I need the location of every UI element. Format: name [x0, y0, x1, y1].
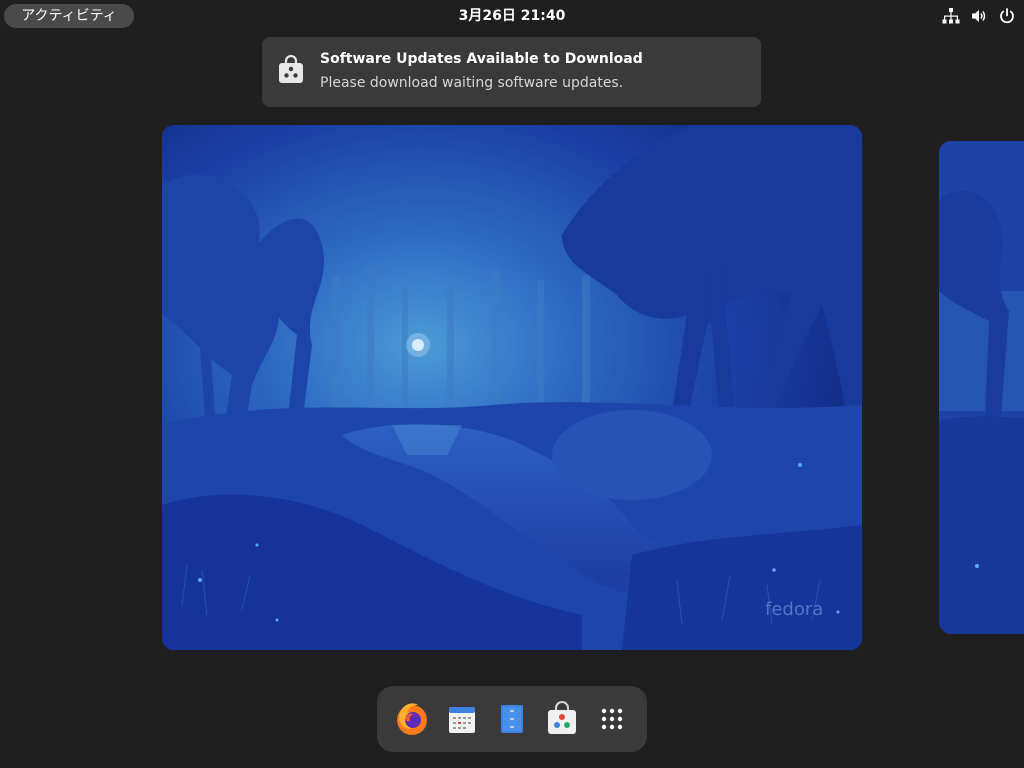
clock-button[interactable]: 3月26日 21:40 [459, 8, 566, 24]
dash-item-firefox[interactable] [392, 699, 432, 739]
dash-item-text-editor[interactable] [492, 699, 532, 739]
clock-container: 3月26日 21:40 [0, 0, 1024, 32]
notification-banner[interactable]: Software Updates Available to Download P… [262, 37, 761, 107]
dash-item-show-apps[interactable] [592, 699, 632, 739]
dash-item-software[interactable] [542, 699, 582, 739]
notification-body: Please download waiting software updates… [320, 75, 624, 91]
dash [377, 686, 647, 752]
wallpaper-image: fedora [162, 125, 862, 650]
wallpaper-image-next [939, 141, 1024, 634]
workspace-thumbnail-current[interactable]: fedora [162, 125, 862, 650]
notification-title: Software Updates Available to Download [320, 51, 643, 67]
activities-button[interactable]: アクティビティ [4, 4, 134, 28]
top-bar: アクティビティ 3月26日 21:40 [0, 0, 1024, 32]
app-grid-icon [601, 708, 623, 730]
wallpaper-brand-text: fedora [765, 599, 823, 620]
calendar-icon [449, 707, 475, 733]
volume-icon[interactable] [970, 7, 988, 25]
workspace-thumbnail-next[interactable] [939, 141, 1024, 634]
dash-item-calendar[interactable] [442, 699, 482, 739]
network-icon[interactable] [942, 7, 960, 25]
software-icon [548, 701, 576, 734]
text-editor-icon [501, 705, 523, 733]
firefox-icon [397, 703, 427, 735]
power-icon[interactable] [998, 7, 1016, 25]
software-store-icon [279, 55, 303, 83]
system-tray[interactable] [942, 6, 1016, 26]
